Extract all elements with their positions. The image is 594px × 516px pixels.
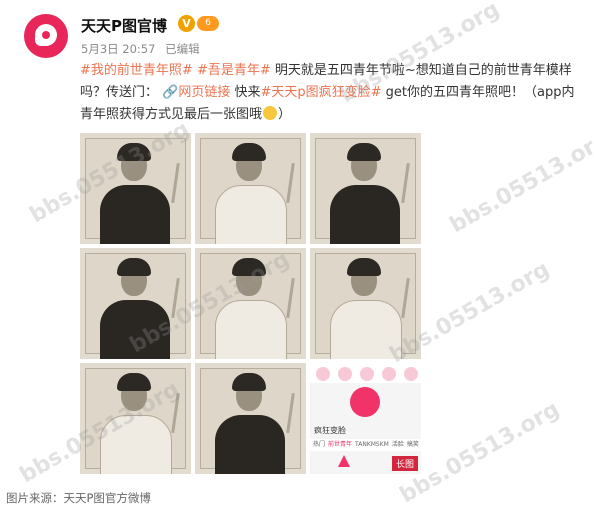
photo-thumbnail[interactable] [195,248,306,359]
photo-thumbnail[interactable] [80,363,191,474]
shy-emoji-icon [263,106,278,120]
photo-thumbnail[interactable] [80,133,191,244]
post-meta: 5月3日 20:57 已编辑 [81,41,206,57]
image-grid: 疯狂变脸 热门 前世青年 TANKMSKM 活脸 搞笑 长图 [80,133,421,474]
verified-badge-icon: V [178,15,195,32]
hashtag-link[interactable]: #我的前世青年照# [80,63,193,78]
web-link[interactable]: 网页链接 [178,85,230,100]
ptu-logo-icon [35,24,57,46]
app-screenshot-thumbnail[interactable]: 疯狂变脸 热门 前世青年 TANKMSKM 活脸 搞笑 长图 [310,363,421,474]
long-image-badge: 长图 [391,456,418,471]
camera-icon [350,387,380,417]
hashtag-link[interactable]: #天天p图疯狂变脸# [261,85,382,100]
photo-thumbnail[interactable] [310,248,421,359]
photo-thumbnail[interactable] [80,248,191,359]
pointer-arrow-icon [338,455,350,467]
photo-thumbnail[interactable] [310,133,421,244]
post-date[interactable]: 5月3日 20:57 [81,42,155,56]
image-source-caption: 图片来源：天天P图官方微博 [6,491,151,505]
photo-thumbnail[interactable] [195,133,306,244]
vip-level-badge: 6 [197,16,219,31]
hashtag-link[interactable]: #吾是青年# [197,63,271,78]
photo-thumbnail[interactable] [195,363,306,474]
link-icon: 🔗 [162,85,179,100]
app-tabs: 热门 前世青年 TANKMSKM 活脸 搞笑 [310,439,421,451]
author-name[interactable]: 天天P图官博 [81,15,167,36]
edited-label: 已编辑 [165,42,200,56]
post-text: #我的前世青年照# #吾是青年# 明天就是五四青年节啦~想知道自己的前世青年模样… [80,60,580,126]
post-text-part: 快来 [230,85,261,100]
post-text-part: ） [278,107,292,122]
author-avatar[interactable] [24,14,68,58]
app-section-title: 疯狂变脸 [314,426,346,435]
weibo-post: 天天P图官博 V 6 5月3日 20:57 已编辑 #我的前世青年照# #吾是青… [0,0,594,516]
watermark: bbs.05513.org [445,126,594,239]
